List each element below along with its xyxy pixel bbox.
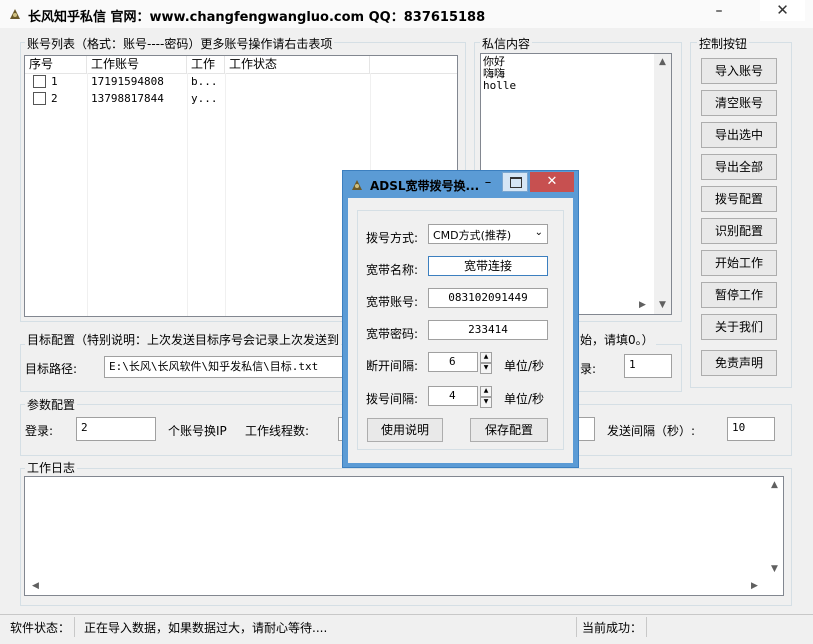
target-path-input[interactable]: E:\长风\长风软件\知乎发私信\目标.txt <box>104 356 344 378</box>
start-work-button[interactable]: 开始工作 <box>701 250 777 276</box>
message-legend: 私信内容 <box>480 35 533 52</box>
ip-switch-label: 个账号换IP <box>168 424 227 438</box>
disconnect-interval-label: 断开间隔: <box>366 359 419 373</box>
close-button[interactable]: ✕ <box>760 0 805 21</box>
scroll-left-icon[interactable]: ◀ <box>27 578 44 595</box>
row-account: 13798817844 <box>91 92 164 105</box>
broadband-name-label: 宽带名称: <box>366 263 419 277</box>
col-header-no[interactable]: 序号 <box>25 56 87 73</box>
col-header-work[interactable]: 工作 <box>187 56 225 73</box>
spin-up-icon[interactable]: ▲ <box>480 352 492 363</box>
message-scrollbar[interactable]: ▲ ▼ <box>654 54 671 314</box>
status-text: 正在导入数据，如果数据过大，请耐心等待.... <box>84 621 328 635</box>
import-accounts-button[interactable]: 导入账号 <box>701 58 777 84</box>
dial-config-button[interactable]: 拨号配置 <box>701 186 777 212</box>
broadband-password-input[interactable]: 233414 <box>428 320 548 340</box>
disconnect-unit-label: 单位/秒 <box>504 359 545 373</box>
scroll-up-icon[interactable]: ▲ <box>766 477 783 494</box>
broadband-password-label: 宽带密码: <box>366 327 419 341</box>
listview-header: 序号 工作账号 工作 工作状态 <box>25 56 457 74</box>
recognition-config-button[interactable]: 识别配置 <box>701 218 777 244</box>
scroll-right-icon[interactable]: ▶ <box>634 297 651 314</box>
row-work: y... <box>191 92 218 105</box>
window-title: 长风知乎私信 官网：www.changfengwangluo.com QQ：83… <box>28 10 486 25</box>
message-line: holle <box>483 79 517 92</box>
dialog-logo-icon <box>352 180 362 190</box>
dial-method-label: 拨号方式: <box>366 231 419 245</box>
usage-help-button[interactable]: 使用说明 <box>367 418 443 442</box>
table-row[interactable]: 1 17191594808 b... <box>25 73 457 90</box>
target-record-label: 录: <box>580 362 597 376</box>
success-count-label: 当前成功： <box>582 621 643 635</box>
app-logo-icon <box>10 9 20 19</box>
pause-work-button[interactable]: 暂停工作 <box>701 282 777 308</box>
chevron-down-icon: ⌄ <box>534 227 543 238</box>
export-selected-button[interactable]: 导出选中 <box>701 122 777 148</box>
broadband-account-input[interactable]: 083102091449 <box>428 288 548 308</box>
control-legend: 控制按钮 <box>697 35 750 52</box>
spin-up-icon[interactable]: ▲ <box>480 386 492 397</box>
scroll-up-icon[interactable]: ▲ <box>654 54 671 71</box>
send-interval-label: 发送间隔（秒）: <box>607 424 696 438</box>
save-config-button[interactable]: 保存配置 <box>470 418 548 442</box>
dialog-minimize-button[interactable]: – <box>478 173 498 193</box>
broadband-account-label: 宽带账号: <box>366 295 419 309</box>
broadband-name-input[interactable]: 宽带连接 <box>428 256 548 276</box>
spin-down-icon[interactable]: ▼ <box>480 363 492 374</box>
col-header-status[interactable]: 工作状态 <box>225 56 370 73</box>
threads-label: 工作线程数: <box>245 424 310 438</box>
redial-interval-input[interactable]: 4 <box>428 386 478 406</box>
account-list-legend: 账号列表（格式：账号----密码）更多账号操作请右击表项 <box>25 35 335 52</box>
minimize-button[interactable]: – <box>706 0 732 22</box>
target-path-label: 目标路径: <box>25 362 78 376</box>
row-checkbox[interactable] <box>33 92 46 105</box>
dialog-title: ADSL宽带拨号换... <box>370 179 480 193</box>
export-all-button[interactable]: 导出全部 <box>701 154 777 180</box>
scroll-down-icon[interactable]: ▼ <box>766 561 783 578</box>
target-config-legend: 目标配置（特别说明：上次发送目标序号会记录上次发送到 <box>25 331 342 348</box>
row-no: 2 <box>51 92 58 105</box>
scroll-right-icon[interactable]: ▶ <box>746 578 763 595</box>
redial-unit-label: 单位/秒 <box>504 392 545 406</box>
target-record-input[interactable]: 1 <box>624 354 672 378</box>
scroll-down-icon[interactable]: ▼ <box>654 297 671 314</box>
redial-interval-label: 拨号间隔: <box>366 392 419 406</box>
log-scrollbar[interactable]: ▲ ▼ <box>766 477 783 578</box>
row-work: b... <box>191 75 218 88</box>
maximize-icon <box>510 177 522 188</box>
dialog-maximize-button[interactable] <box>502 172 528 192</box>
work-log-textarea[interactable]: ▲ ▼ ◀ ▶ <box>24 476 784 596</box>
status-bar: 软件状态： 正在导入数据，如果数据过大，请耐心等待.... 当前成功： <box>0 614 813 644</box>
disconnect-interval-spinner[interactable]: ▲ ▼ <box>480 352 492 374</box>
disclaimer-button[interactable]: 免责声明 <box>701 350 777 376</box>
target-config-legend-tail: 始，请填0。） <box>578 331 656 348</box>
dialog-close-button[interactable]: ✕ <box>530 172 574 192</box>
about-us-button[interactable]: 关于我们 <box>701 314 777 340</box>
dial-method-value: CMD方式(推荐) <box>433 229 512 242</box>
params-legend: 参数配置 <box>25 396 78 413</box>
row-no: 1 <box>51 75 58 88</box>
send-interval-input[interactable]: 10 <box>727 417 775 441</box>
login-input[interactable]: 2 <box>76 417 156 441</box>
disconnect-interval-input[interactable]: 6 <box>428 352 478 372</box>
col-header-account[interactable]: 工作账号 <box>87 56 187 73</box>
status-label: 软件状态： <box>10 621 71 635</box>
row-checkbox[interactable] <box>33 75 46 88</box>
redial-interval-spinner[interactable]: ▲ ▼ <box>480 386 492 408</box>
clear-accounts-button[interactable]: 清空账号 <box>701 90 777 116</box>
row-account: 17191594808 <box>91 75 164 88</box>
login-label: 登录: <box>25 424 54 438</box>
spin-down-icon[interactable]: ▼ <box>480 397 492 408</box>
table-row[interactable]: 2 13798817844 y... <box>25 90 457 107</box>
dial-method-select[interactable]: CMD方式(推荐) ⌄ <box>428 224 548 244</box>
work-log-legend: 工作日志 <box>25 459 78 476</box>
